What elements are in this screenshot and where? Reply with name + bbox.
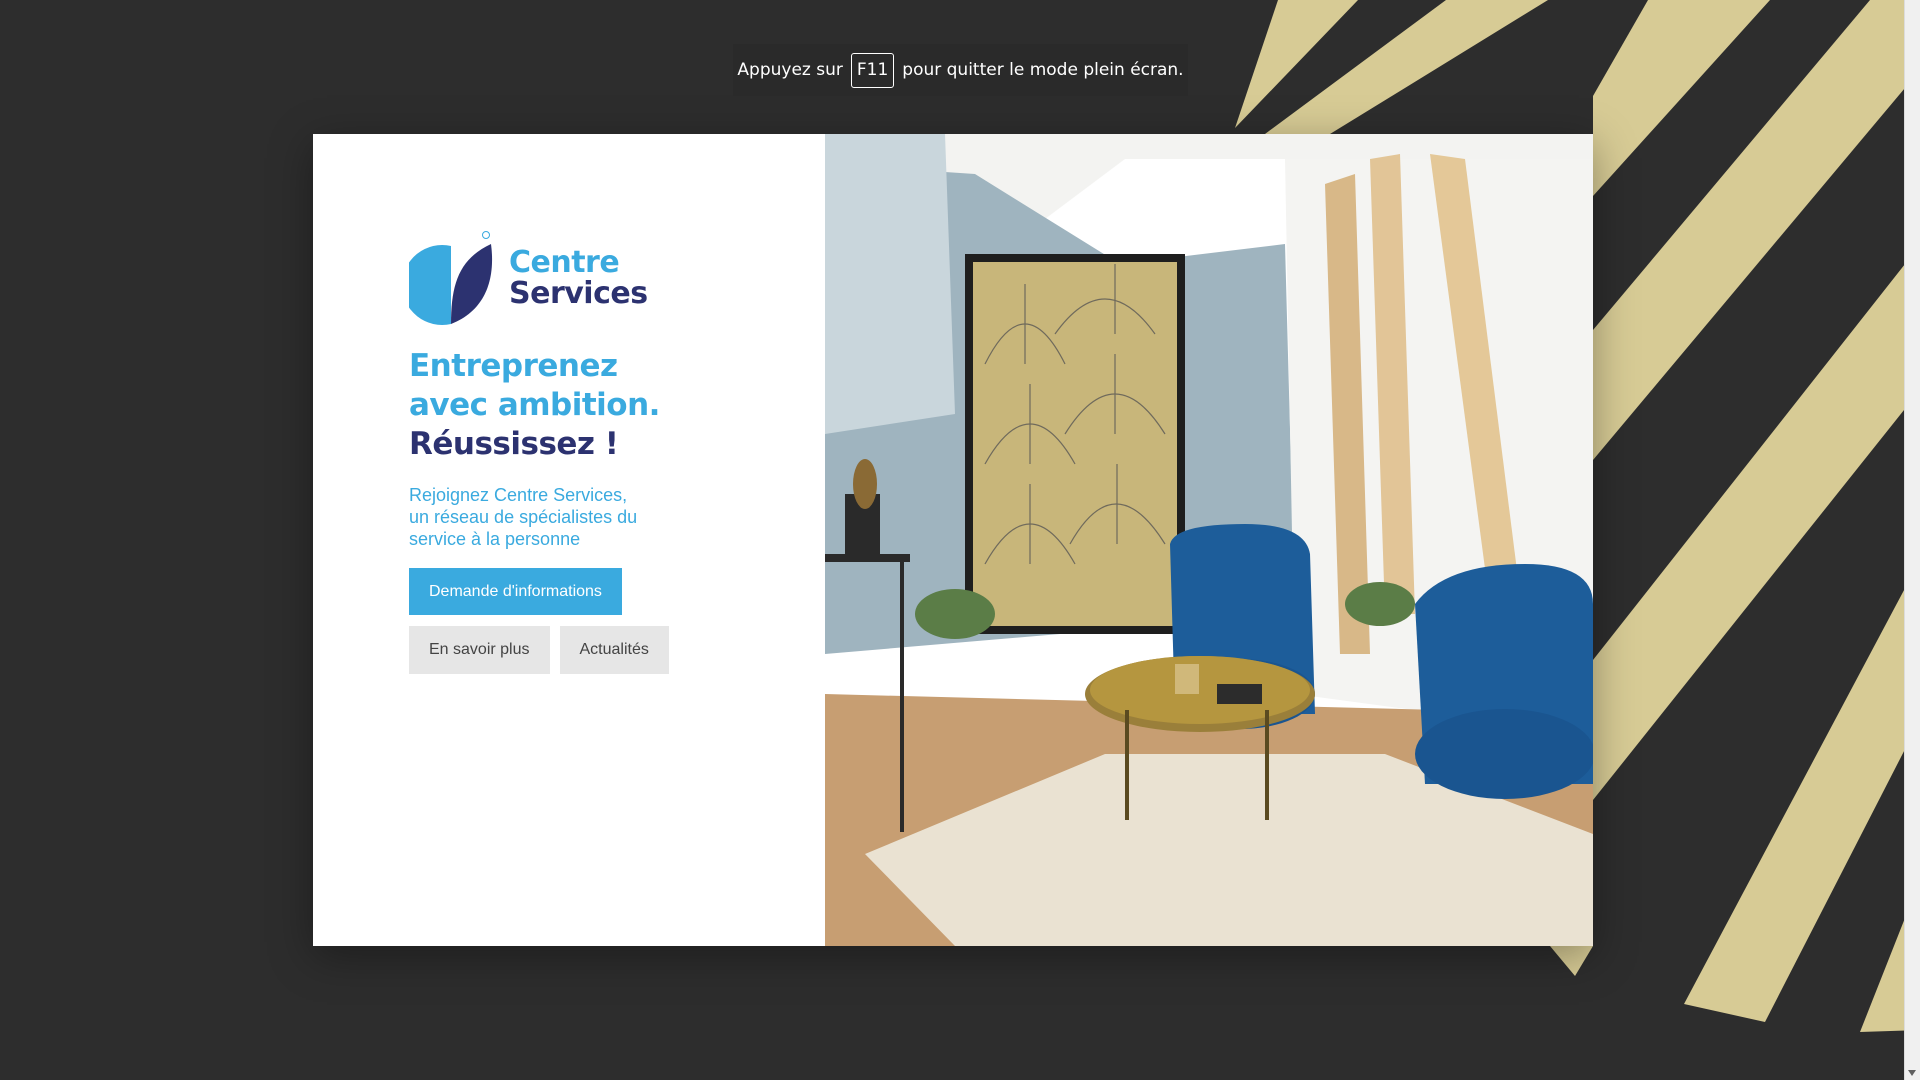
secondary-buttons: En savoir plus Actualités [409,626,825,674]
headline-line-2: avec ambition. [409,387,660,423]
fullscreen-notice-after: pour quitter le mode plein écran. [902,60,1184,80]
promo-content: Centre Services Entreprenez avec ambitio… [313,134,825,946]
vertical-scrollbar[interactable] [1904,0,1920,1080]
information-request-button[interactable]: Demande d'informations [409,568,622,615]
logo-wordmark: Centre Services [509,247,648,309]
headline: Entreprenez avec ambition. Réussissez ! [409,347,825,464]
fullscreen-notice-before: Appuyez sur [737,60,843,80]
scroll-down-arrow-icon[interactable] [1908,1070,1916,1076]
news-button[interactable]: Actualités [559,626,669,674]
office-lounge-photo [825,134,1593,946]
centre-services-logo-icon [409,231,493,325]
headline-line-1: Entreprenez [409,348,618,384]
f11-key: F11 [850,52,895,88]
promo-modal: Centre Services Entreprenez avec ambitio… [313,134,1593,946]
logo-line-services: Services [509,276,648,311]
learn-more-button[interactable]: En savoir plus [409,626,550,674]
fullscreen-notice: Appuyez sur F11 pour quitter le mode ple… [733,44,1188,96]
lounge-illustration [825,134,1593,946]
subtext: Rejoignez Centre Services, un réseau de … [409,485,638,549]
headline-line-3: Réussissez ! [409,426,619,462]
logo-line-centre: Centre [509,245,620,280]
centre-services-logo[interactable]: Centre Services [409,229,825,327]
